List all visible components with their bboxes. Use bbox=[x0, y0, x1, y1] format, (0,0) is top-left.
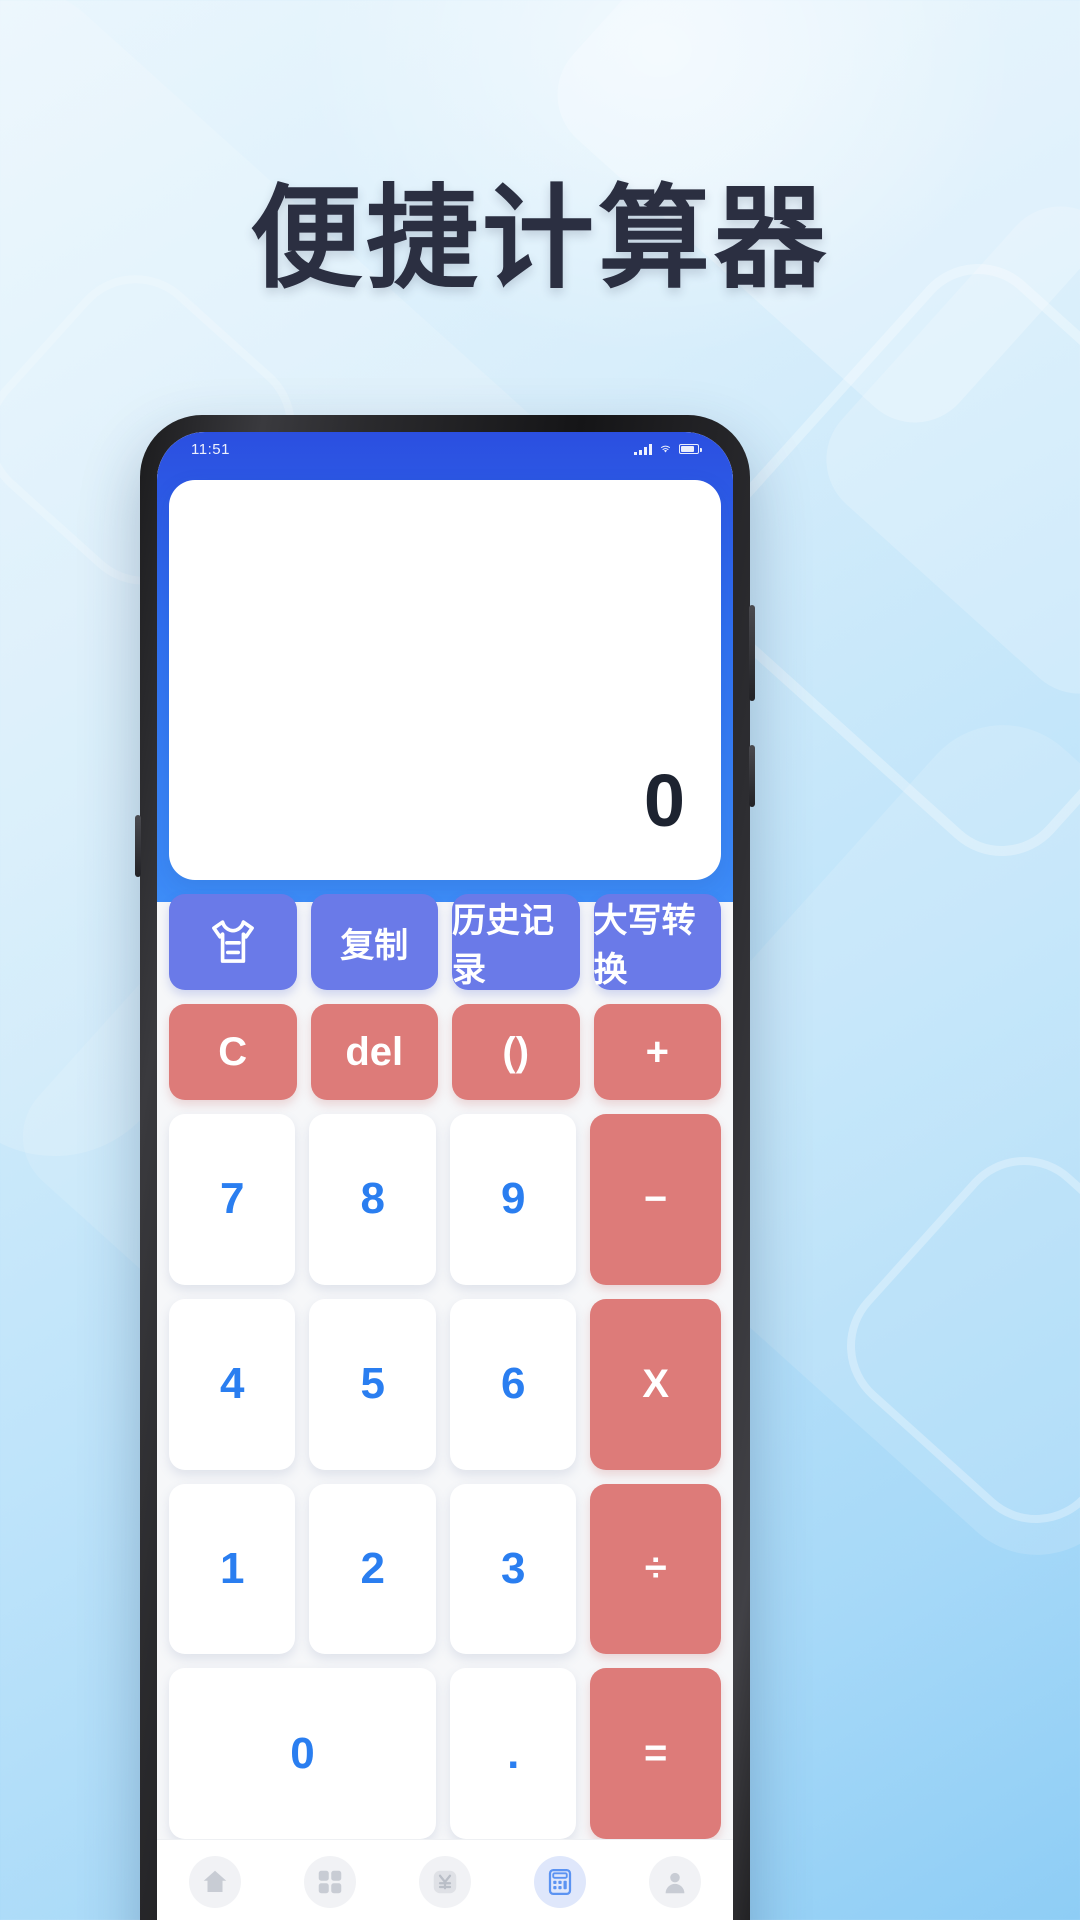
display-result: 0 bbox=[643, 759, 685, 842]
key-4[interactable]: 4 bbox=[169, 1298, 296, 1470]
key-minus[interactable]: − bbox=[590, 1114, 721, 1285]
nav-label-tax: 个税 bbox=[193, 1916, 237, 1920]
key-6[interactable]: 6 bbox=[449, 1298, 577, 1470]
nav-item-tax[interactable]: 个税 bbox=[157, 1856, 272, 1920]
key-plus[interactable]: + bbox=[593, 1004, 721, 1100]
yen-icon bbox=[418, 1856, 471, 1908]
home-icon bbox=[188, 1856, 241, 1908]
nav-item-profile[interactable]: 我的 bbox=[618, 1856, 733, 1920]
key-decimal[interactable]: . bbox=[449, 1668, 577, 1839]
nav-item-multifunction[interactable]: 多功能 bbox=[272, 1856, 387, 1920]
phone-volume-button bbox=[749, 745, 755, 807]
status-indicators bbox=[634, 443, 702, 455]
number-pad: 7 8 9 4 5 6 1 2 3 0 . − X ÷ = bbox=[169, 1114, 721, 1839]
operator-button-row: C del () + bbox=[169, 1004, 721, 1100]
function-button-row: 复制 历史记录 大写转换 bbox=[169, 894, 721, 990]
key-1[interactable]: 1 bbox=[169, 1483, 296, 1655]
calculator-icon bbox=[534, 1856, 587, 1908]
key-3[interactable]: 3 bbox=[449, 1483, 577, 1655]
grid-icon bbox=[303, 1856, 356, 1908]
key-9[interactable]: 9 bbox=[449, 1114, 577, 1285]
key-history[interactable]: 历史记录 bbox=[452, 894, 580, 990]
nav-item-income[interactable]: 收入计算 bbox=[387, 1856, 502, 1920]
key-0[interactable]: 0 bbox=[169, 1668, 436, 1839]
calculator-display: 0 bbox=[169, 480, 721, 880]
key-5[interactable]: 5 bbox=[309, 1298, 436, 1470]
key-shirt[interactable] bbox=[169, 894, 297, 990]
nav-label-income: 收入计算 bbox=[401, 1916, 489, 1920]
nav-label-multifunction: 多功能 bbox=[297, 1916, 363, 1920]
phone-power-button bbox=[749, 605, 755, 701]
calculator-keypad: 复制 历史记录 大写转换 C del () + 7 8 9 4 5 6 1 2 … bbox=[157, 880, 733, 1839]
page-title: 便捷计算器 bbox=[250, 176, 830, 301]
key-equals[interactable]: = bbox=[590, 1668, 721, 1839]
phone-screen: 11:51 0 复制 历史记录 大写转换 C del () + 7 8 9 4 … bbox=[157, 432, 733, 1920]
key-multiply[interactable]: X bbox=[590, 1298, 721, 1470]
key-clear[interactable]: C bbox=[169, 1004, 297, 1100]
status-bar: 11:51 bbox=[157, 432, 733, 462]
shirt-icon bbox=[211, 920, 254, 963]
app-screen: 11:51 0 复制 历史记录 大写转换 C del () + 7 8 9 4 … bbox=[157, 432, 733, 1920]
key-uppercase[interactable]: 大写转换 bbox=[593, 894, 721, 990]
phone-mockup: 11:51 0 复制 历史记录 大写转换 C del () + 7 8 9 4 … bbox=[135, 415, 755, 1920]
nav-label-profile: 我的 bbox=[653, 1916, 697, 1920]
digit-grid: 7 8 9 4 5 6 1 2 3 0 . bbox=[169, 1114, 577, 1839]
signal-bars-icon bbox=[634, 443, 652, 455]
bottom-navigation: 个税 多功能 bbox=[157, 1839, 733, 1920]
status-time: 11:51 bbox=[191, 440, 230, 458]
key-2[interactable]: 2 bbox=[309, 1483, 436, 1655]
battery-icon bbox=[679, 444, 702, 454]
nav-item-calculator[interactable]: 计算器 bbox=[503, 1856, 618, 1920]
key-8[interactable]: 8 bbox=[309, 1114, 436, 1285]
phone-side-button bbox=[135, 815, 141, 877]
wifi-icon bbox=[661, 445, 670, 453]
key-delete[interactable]: del bbox=[310, 1004, 438, 1100]
key-divide[interactable]: ÷ bbox=[590, 1483, 721, 1655]
key-parentheses[interactable]: () bbox=[452, 1004, 580, 1100]
nav-label-calculator: 计算器 bbox=[527, 1916, 593, 1920]
key-copy[interactable]: 复制 bbox=[310, 894, 438, 990]
user-icon bbox=[649, 1856, 702, 1908]
right-operator-column: − X ÷ = bbox=[590, 1114, 721, 1839]
key-7[interactable]: 7 bbox=[169, 1114, 296, 1285]
